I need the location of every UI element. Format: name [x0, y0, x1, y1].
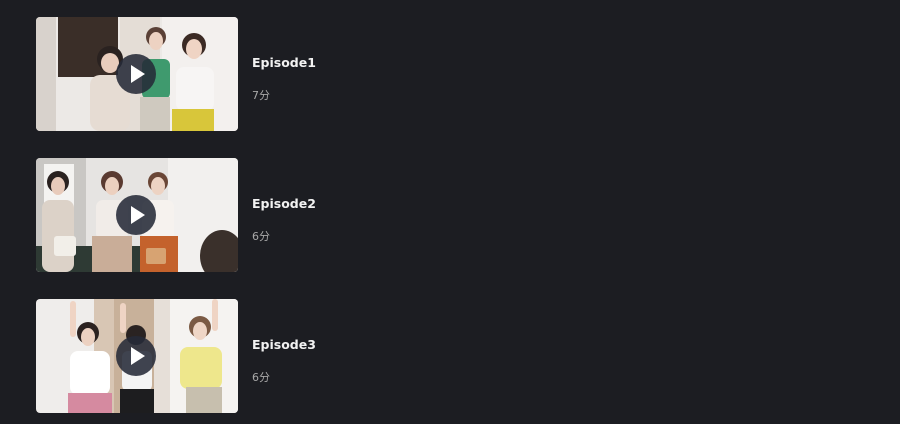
episode-thumbnail[interactable] [36, 17, 238, 131]
episode-title[interactable]: Episode2 [252, 196, 316, 211]
episode-duration: 6分 [252, 230, 270, 243]
episode-duration: 6分 [252, 371, 270, 384]
episode-item[interactable]: Episode1 7分 [36, 17, 456, 131]
episode-duration: 7分 [252, 89, 270, 102]
episode-thumbnail[interactable] [36, 299, 238, 413]
episode-item[interactable]: Episode2 6分 [36, 158, 456, 272]
play-icon[interactable] [116, 195, 156, 235]
play-icon[interactable] [116, 54, 156, 94]
episode-thumbnail[interactable] [36, 158, 238, 272]
play-icon[interactable] [116, 336, 156, 376]
episode-title[interactable]: Episode1 [252, 55, 316, 70]
episode-title[interactable]: Episode3 [252, 337, 316, 352]
episode-item[interactable]: Episode3 6分 [36, 299, 456, 413]
